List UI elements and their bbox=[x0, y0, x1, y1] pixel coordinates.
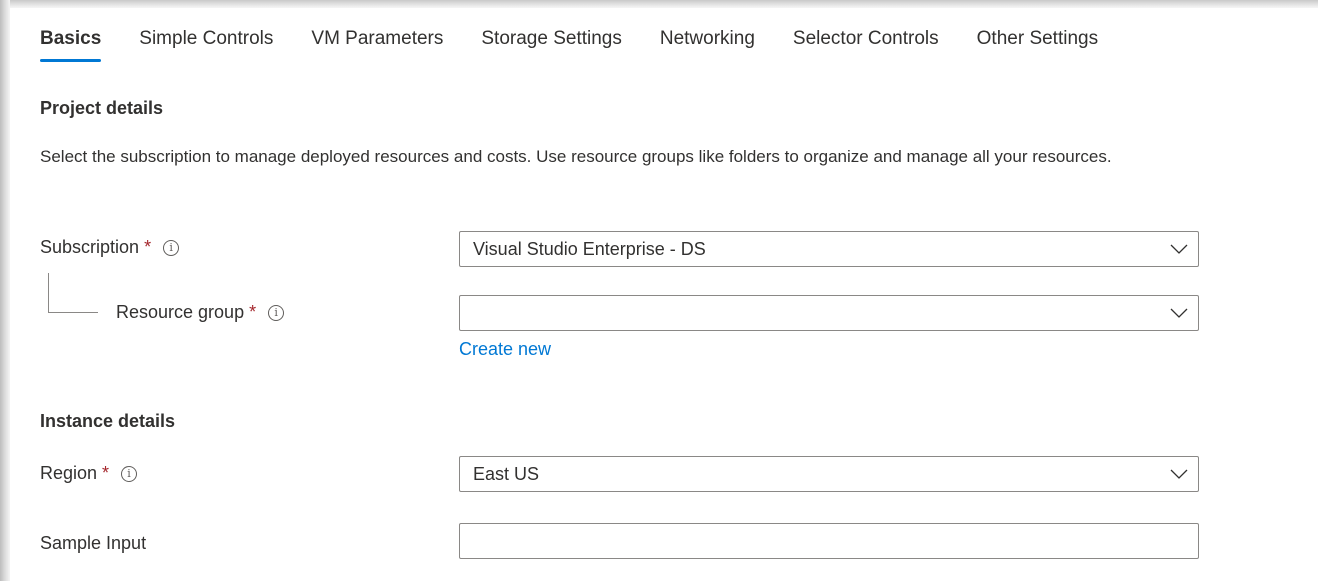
required-mark: * bbox=[102, 463, 110, 483]
tree-connector bbox=[48, 273, 98, 313]
project-description: Select the subscription to manage deploy… bbox=[40, 147, 1112, 166]
info-icon[interactable]: i bbox=[121, 465, 138, 482]
instance-details-heading: Instance details bbox=[40, 411, 176, 431]
tab-basics[interactable]: Basics bbox=[40, 28, 102, 62]
region-label: Region bbox=[40, 463, 98, 483]
form-window: Basics Simple Controls VM Parameters Sto… bbox=[0, 0, 1318, 581]
sample-input-label-group: Sample Input bbox=[40, 533, 146, 554]
tab-bar: Basics Simple Controls VM Parameters Sto… bbox=[40, 28, 1136, 62]
subscription-dropdown[interactable]: Visual Studio Enterprise - DS bbox=[459, 231, 1199, 267]
info-icon[interactable]: i bbox=[163, 239, 180, 256]
project-details-heading: Project details bbox=[40, 98, 164, 118]
required-mark: * bbox=[249, 302, 257, 322]
tab-vm-parameters[interactable]: VM Parameters bbox=[311, 28, 443, 62]
chevron-down-icon bbox=[1160, 232, 1198, 266]
resource-group-dropdown[interactable] bbox=[459, 295, 1199, 331]
sample-input-field[interactable] bbox=[459, 523, 1199, 559]
resource-group-label: Resource group bbox=[116, 302, 245, 322]
resource-group-label-group: Resource group * i bbox=[116, 302, 285, 323]
form-panel: Basics Simple Controls VM Parameters Sto… bbox=[10, 8, 1318, 581]
info-icon[interactable]: i bbox=[268, 304, 285, 321]
subscription-label-group: Subscription * i bbox=[40, 237, 180, 258]
frame-left-border bbox=[0, 0, 10, 581]
subscription-label: Subscription bbox=[40, 237, 140, 257]
subscription-value: Visual Studio Enterprise - DS bbox=[473, 238, 706, 259]
required-mark: * bbox=[144, 237, 152, 257]
tab-storage-settings[interactable]: Storage Settings bbox=[481, 28, 621, 62]
tab-networking[interactable]: Networking bbox=[660, 28, 755, 62]
chevron-down-icon bbox=[1160, 296, 1198, 330]
sample-input-label: Sample Input bbox=[40, 533, 147, 553]
chevron-down-icon bbox=[1160, 457, 1198, 491]
create-new-link[interactable]: Create new bbox=[459, 339, 551, 360]
region-label-group: Region * i bbox=[40, 463, 138, 484]
tab-selector-controls[interactable]: Selector Controls bbox=[793, 28, 939, 62]
tab-other-settings[interactable]: Other Settings bbox=[977, 28, 1098, 62]
region-value: East US bbox=[473, 463, 540, 484]
region-dropdown[interactable]: East US bbox=[459, 456, 1199, 492]
tab-simple-controls[interactable]: Simple Controls bbox=[139, 28, 273, 62]
